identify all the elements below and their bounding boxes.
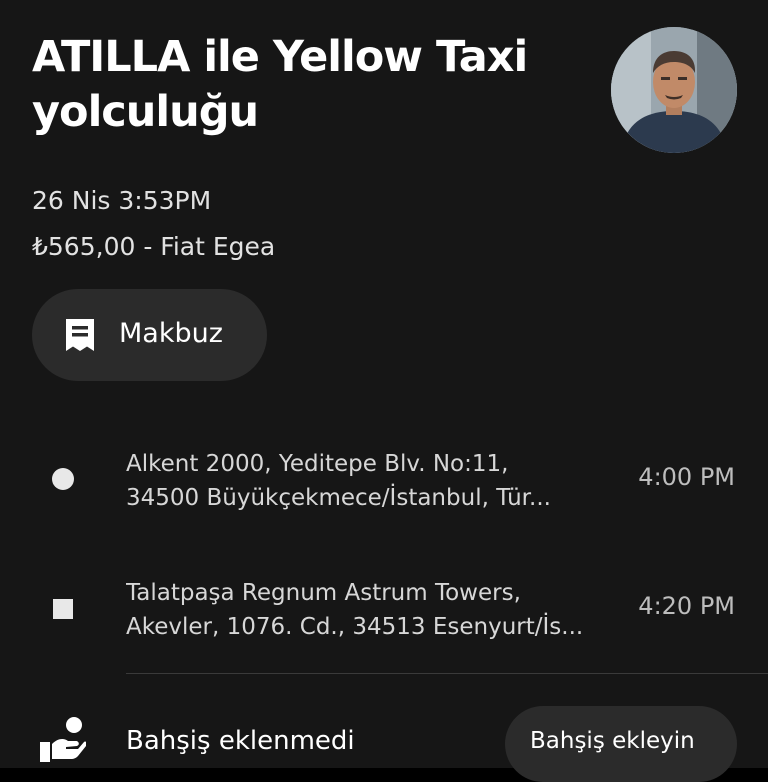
- trip-date-time: 26 Nis 3:53PM: [32, 186, 212, 215]
- dropoff-time: 4:20 PM: [638, 592, 735, 620]
- section-divider: [126, 673, 768, 674]
- pickup-address: Alkent 2000, Yeditepe Blv. No:11, 34500 …: [126, 447, 604, 515]
- pickup-dot-icon: [52, 468, 74, 490]
- dropoff-square-icon: [53, 599, 73, 619]
- pickup-address-line-1: Alkent 2000, Yeditepe Blv. No:11,: [126, 451, 509, 477]
- trip-title: ATILLA ile Yellow Taxi yolculuğu: [32, 32, 528, 137]
- dropoff-address-line-1: Talatpaşa Regnum Astrum Towers,: [126, 580, 521, 606]
- add-tip-button-label: Bahşiş ekleyin: [530, 728, 695, 754]
- dropoff-address: Talatpaşa Regnum Astrum Towers, Akevler,…: [126, 576, 604, 644]
- driver-photo: [611, 27, 737, 153]
- tip-hand-icon: [38, 716, 87, 766]
- pickup-address-line-2: 34500 Büyükçekmece/İstanbul, Tür...: [126, 485, 551, 511]
- dropoff-stop: Talatpaşa Regnum Astrum Towers, Akevler,…: [0, 574, 768, 644]
- pickup-stop: Alkent 2000, Yeditepe Blv. No:11, 34500 …: [0, 445, 768, 515]
- tip-status: Bahşiş eklenmedi: [126, 726, 355, 756]
- dropoff-address-line-2: Akevler, 1076. Cd., 34513 Esenyurt/İs...: [126, 614, 584, 640]
- trip-fare-vehicle: ₺565,00 - Fiat Egea: [32, 232, 276, 261]
- add-tip-button[interactable]: Bahşiş ekleyin: [505, 706, 737, 782]
- pickup-time: 4:00 PM: [638, 463, 735, 491]
- receipt-icon: [65, 318, 95, 356]
- receipt-button-label: Makbuz: [119, 318, 223, 349]
- receipt-button[interactable]: Makbuz: [32, 289, 267, 381]
- driver-avatar[interactable]: [611, 27, 737, 153]
